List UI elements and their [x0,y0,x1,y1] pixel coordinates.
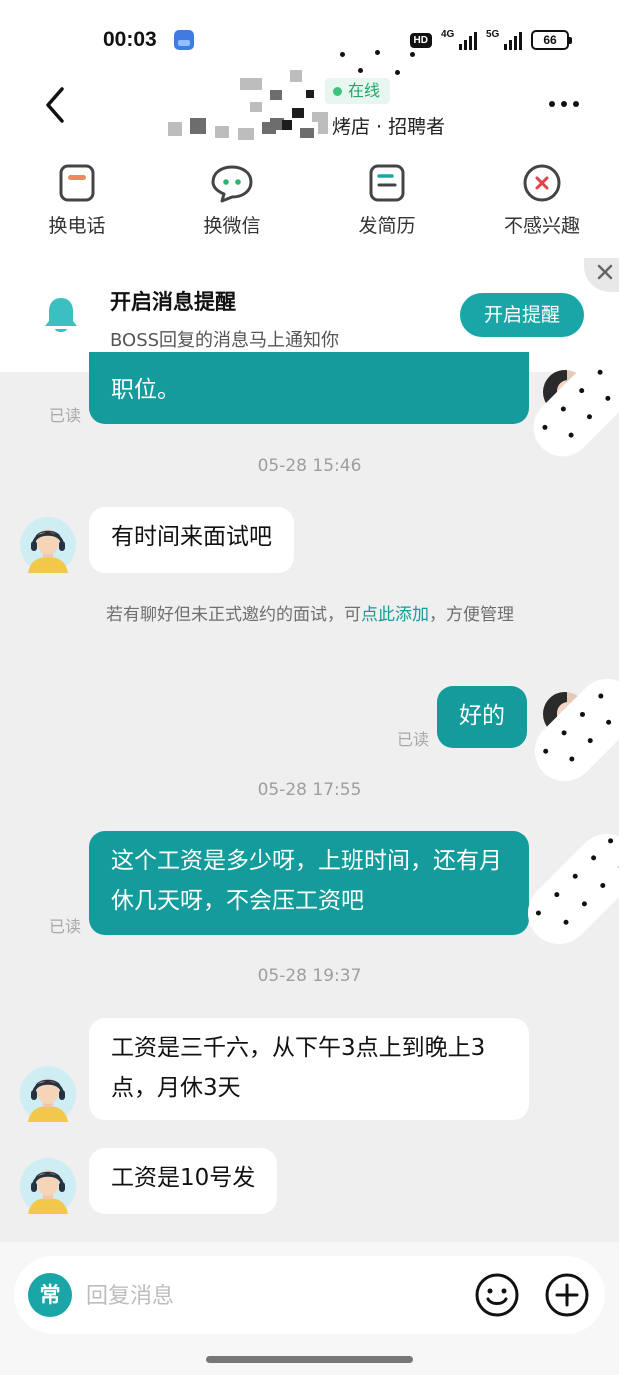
action-label: 换微信 [203,215,261,237]
redaction-mask [522,666,619,794]
timestamp: 05-28 17:55 [257,780,362,800]
message-text: 工资是三千六，从下午3点上到晚上3点，月休3天 [111,1035,486,1101]
enable-notification-button[interactable]: 开启提醒 [460,293,584,337]
action-not-interested[interactable]: 不感兴趣 [487,163,597,238]
notification-title: 开启消息提醒 [110,290,236,314]
message-text: 这个工资是多少呀，上班时间，还有月休几天呀，不会压工资吧 [111,848,502,914]
input-bar: 常 回复消息 [0,1242,619,1375]
action-label: 不感兴趣 [503,215,580,237]
online-label: 在线 [348,81,381,100]
chat-header: 在线 烤店 · 招聘者 [0,50,619,140]
message-text: 好的 [459,703,505,729]
signal-5g-label: 5G [486,29,500,40]
home-indicator[interactable] [206,1356,413,1363]
recruiter-avatar[interactable] [20,517,76,573]
system-tip-suffix: ，方便管理 [429,605,514,625]
action-swap-phone[interactable]: 换电话 [22,163,132,238]
message-text: 工资是10号发 [111,1165,256,1191]
system-tip: 若有聊好但未正式邀约的面试，可点此添加，方便管理 [80,601,540,629]
header-subtitle: 烤店 · 招聘者 [332,116,446,138]
status-indicators: HD 4G 5G 66 [409,29,572,51]
not-interested-icon [523,164,561,202]
emoji-icon[interactable] [474,1272,520,1318]
battery-icon: 66 [531,30,572,50]
gallery-notification-icon [174,30,194,50]
signal-5g-icon: 5G [486,29,522,50]
read-receipt: 已读 [49,406,82,425]
wechat-icon [211,165,253,203]
resume-icon [369,164,405,202]
action-label: 换电话 [48,215,106,237]
action-row: 换电话 换微信 发简历 不感兴趣 [0,163,619,243]
online-status-badge: 在线 [325,78,391,104]
my-message-bubble[interactable]: 职位。 [89,352,529,424]
hd-voice-icon: HD [409,32,432,48]
phone-exchange-icon [59,164,95,202]
bell-icon [45,298,77,332]
message-text: 职位。 [111,377,180,403]
action-label: 发简历 [358,215,416,237]
timestamp: 05-28 19:37 [257,966,362,986]
status-time: 00:03 [103,28,157,51]
recruiter-avatar[interactable] [20,1158,76,1214]
message-text: 有时间来面试吧 [111,524,272,550]
action-send-resume[interactable]: 发简历 [332,163,442,238]
more-horizontal-icon[interactable] [546,94,582,114]
signal-4g-icon: 4G [441,29,477,50]
close-icon [597,264,613,280]
plus-circle-icon[interactable] [544,1272,590,1318]
action-swap-wechat[interactable]: 换微信 [177,163,287,238]
read-receipt: 已读 [397,730,430,749]
notification-close-button[interactable] [584,258,619,292]
recruiter-message-bubble[interactable]: 有时间来面试吧 [89,507,294,573]
reply-input[interactable]: 回复消息 [86,1278,174,1310]
redaction-mask [515,821,619,957]
system-tip-prefix: 若有聊好但未正式邀约的面试，可 [106,605,361,625]
status-bar: 00:03 HD 4G 5G 66 [0,22,619,58]
read-receipt: 已读 [49,917,82,936]
add-interview-link[interactable]: 点此添加 [361,605,429,625]
recruiter-message-bubble[interactable]: 工资是三千六，从下午3点上到晚上3点，月休3天 [89,1018,529,1120]
timestamp: 05-28 15:46 [257,456,362,476]
notification-subtitle: BOSS回复的消息马上通知你 [110,330,340,351]
recruiter-message-bubble[interactable]: 工资是10号发 [89,1148,278,1214]
online-dot-icon [333,86,342,96]
reply-input-container[interactable]: 常 回复消息 [14,1256,605,1334]
signal-4g-label: 4G [441,29,455,40]
recruiter-avatar[interactable] [20,1066,76,1122]
quick-phrases-button[interactable]: 常 [28,1273,72,1317]
chevron-left-icon[interactable] [40,85,70,125]
my-message-bubble[interactable]: 这个工资是多少呀，上班时间，还有月休几天呀，不会压工资吧 [89,831,529,935]
my-message-bubble[interactable]: 好的 [437,686,527,748]
